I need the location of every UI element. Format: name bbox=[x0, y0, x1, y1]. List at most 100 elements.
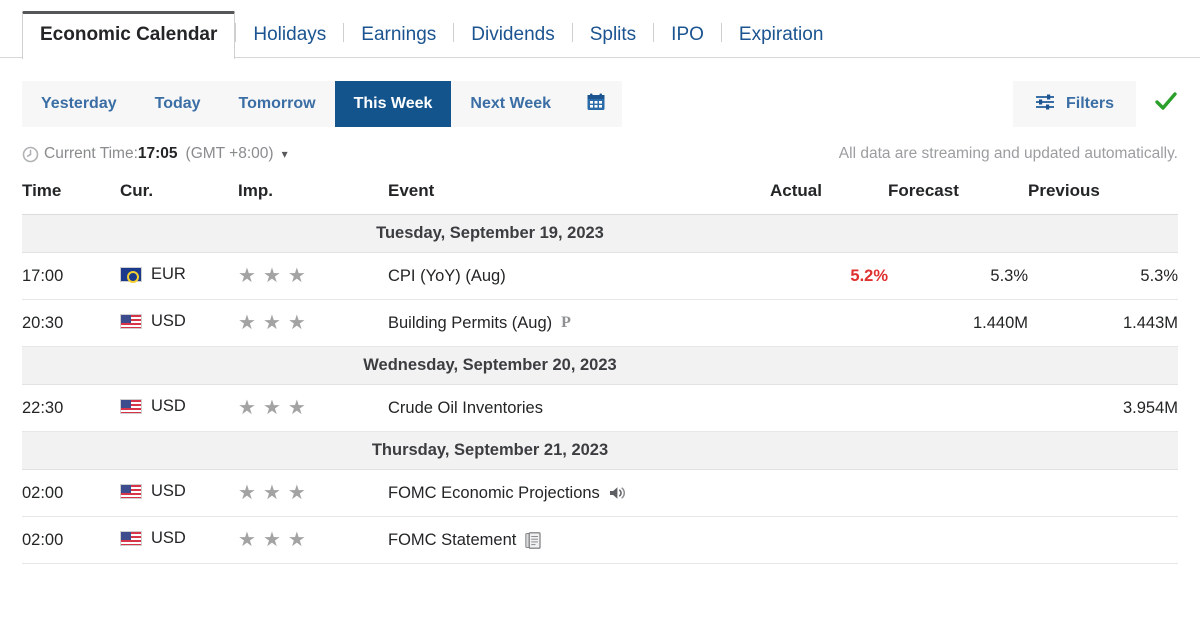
tab-splits[interactable]: Splits bbox=[573, 25, 653, 58]
period-button-yesterday[interactable]: Yesterday bbox=[22, 81, 136, 127]
cell-event[interactable]: FOMC Statement bbox=[388, 517, 770, 564]
cell-currency: USD bbox=[120, 300, 238, 347]
column-header-actual[interactable]: Actual bbox=[770, 181, 888, 215]
cell-event[interactable]: CPI (YoY) (Aug) bbox=[388, 253, 770, 300]
cell-event[interactable]: Crude Oil Inventories bbox=[388, 385, 770, 432]
cell-actual bbox=[770, 517, 888, 564]
star-icon: ★ bbox=[263, 313, 281, 333]
period-button-this-week[interactable]: This Week bbox=[335, 81, 452, 127]
cell-currency: USD bbox=[120, 470, 238, 517]
date-separator-label: Tuesday, September 19, 2023 bbox=[22, 215, 1178, 253]
cell-forecast bbox=[888, 517, 1028, 564]
tab-dividends[interactable]: Dividends bbox=[454, 25, 571, 58]
star-icon: ★ bbox=[238, 266, 256, 286]
cell-actual bbox=[770, 385, 888, 432]
cell-previous bbox=[1028, 470, 1178, 517]
currency-code: USD bbox=[151, 397, 186, 416]
importance-stars: ★ ★ ★ bbox=[238, 530, 306, 550]
cell-actual bbox=[770, 470, 888, 517]
importance-stars: ★ ★ ★ bbox=[238, 398, 306, 418]
date-separator-row: Tuesday, September 19, 2023 bbox=[22, 215, 1178, 253]
importance-stars: ★★★ bbox=[238, 266, 306, 286]
main-tab-bar: Economic CalendarHolidaysEarningsDividen… bbox=[0, 0, 1200, 58]
event-name: Crude Oil Inventories bbox=[388, 399, 543, 418]
star-icon: ★ bbox=[263, 266, 281, 286]
column-header-time[interactable]: Time bbox=[22, 181, 120, 215]
period-button-next-week[interactable]: Next Week bbox=[451, 81, 570, 127]
table-header: Time Cur. Imp. Event Actual Forecast Pre… bbox=[22, 181, 1178, 215]
star-icon: ★ bbox=[288, 398, 306, 418]
clock-icon bbox=[22, 146, 39, 163]
tab-ipo[interactable]: IPO bbox=[654, 25, 721, 58]
column-header-previous[interactable]: Previous bbox=[1028, 181, 1178, 215]
economic-calendar-table: Time Cur. Imp. Event Actual Forecast Pre… bbox=[22, 181, 1178, 564]
tab-expiration[interactable]: Expiration bbox=[722, 25, 841, 58]
cell-event[interactable]: FOMC Economic Projections bbox=[388, 470, 770, 517]
currency-code: EUR bbox=[151, 265, 186, 284]
calendar-picker-button[interactable] bbox=[570, 81, 622, 127]
date-separator-label: Wednesday, September 20, 2023 bbox=[22, 347, 1178, 385]
document-icon[interactable] bbox=[525, 532, 541, 549]
cell-importance[interactable]: ★★★ bbox=[238, 300, 388, 347]
table-row[interactable]: 02:00USD★★★FOMC Economic Projections bbox=[22, 470, 1178, 517]
period-filter-row: YesterdayTodayTomorrowThis WeekNext Week bbox=[22, 81, 1178, 127]
tab-holidays[interactable]: Holidays bbox=[236, 25, 343, 58]
event-name: CPI (YoY) (Aug) bbox=[388, 267, 506, 286]
cell-actual: 5.2% bbox=[770, 253, 888, 300]
period-button-tomorrow[interactable]: Tomorrow bbox=[220, 81, 335, 127]
cell-currency: USD bbox=[120, 385, 238, 432]
table-row[interactable]: 22:30USD★★★Crude Oil Inventories3.954M bbox=[22, 385, 1178, 432]
star-icon: ★ bbox=[263, 398, 281, 418]
column-header-importance[interactable]: Imp. bbox=[238, 181, 388, 215]
cell-time: 17:00 bbox=[22, 253, 120, 300]
currency-code: USD bbox=[151, 312, 186, 331]
cell-importance[interactable]: ★ ★ ★ bbox=[238, 517, 388, 564]
table-row[interactable]: 02:00USD★★★FOMC Statement bbox=[22, 517, 1178, 564]
filters-label: Filters bbox=[1066, 95, 1114, 113]
cell-forecast: 5.3% bbox=[888, 253, 1028, 300]
speaker-icon[interactable] bbox=[609, 485, 627, 501]
cell-importance[interactable]: ★ ★ ★ bbox=[238, 385, 388, 432]
tab-earnings[interactable]: Earnings bbox=[344, 25, 453, 58]
star-icon: ★ bbox=[263, 530, 281, 550]
date-separator-label: Thursday, September 21, 2023 bbox=[22, 432, 1178, 470]
eur-flag-icon bbox=[120, 267, 142, 282]
preliminary-icon[interactable]: P bbox=[561, 315, 571, 331]
importance-stars: ★★★ bbox=[238, 313, 306, 333]
usd-flag-icon bbox=[120, 484, 142, 499]
column-header-event[interactable]: Event bbox=[388, 181, 770, 215]
filters-button[interactable]: Filters bbox=[1013, 81, 1136, 127]
cell-importance[interactable]: ★★★ bbox=[238, 470, 388, 517]
column-header-currency[interactable]: Cur. bbox=[120, 181, 238, 215]
cell-importance[interactable]: ★★★ bbox=[238, 253, 388, 300]
cell-actual bbox=[770, 300, 888, 347]
star-icon: ★ bbox=[238, 398, 256, 418]
cell-previous: 1.443M bbox=[1028, 300, 1178, 347]
event-name: FOMC Economic Projections bbox=[388, 484, 600, 503]
star-icon: ★ bbox=[263, 483, 281, 503]
star-icon: ★ bbox=[288, 530, 306, 550]
current-time-label: Current Time: bbox=[44, 145, 138, 163]
currency-code: USD bbox=[151, 529, 186, 548]
cell-event[interactable]: Building Permits (Aug)P bbox=[388, 300, 770, 347]
table-body: Tuesday, September 19, 202317:00 EUR ★ ★ ★ CP… bbox=[22, 215, 1178, 564]
event-name: FOMC Statement bbox=[388, 531, 516, 550]
cell-time: 02:00 bbox=[22, 470, 120, 517]
period-button-group: YesterdayTodayTomorrowThis WeekNext Week bbox=[22, 81, 622, 127]
filters-apply-check-button[interactable] bbox=[1154, 91, 1178, 118]
current-time-value: 17:05 bbox=[138, 145, 178, 163]
table-row[interactable]: 20:30USD★★★Building Permits (Aug)P1.440M… bbox=[22, 300, 1178, 347]
tab-economic-calendar[interactable]: Economic Calendar bbox=[22, 11, 235, 59]
table-row[interactable]: 17:00EUR★★★CPI (YoY) (Aug)5.2%5.3%5.3% bbox=[22, 253, 1178, 300]
usd-flag-icon bbox=[120, 399, 142, 414]
current-time-timezone: (GMT +8:00) bbox=[186, 145, 274, 163]
star-icon: ★ bbox=[238, 483, 256, 503]
column-header-forecast[interactable]: Forecast bbox=[888, 181, 1028, 215]
star-icon: ★ bbox=[238, 530, 256, 550]
date-separator-row: Wednesday, September 20, 2023 bbox=[22, 347, 1178, 385]
cell-currency: USD bbox=[120, 517, 238, 564]
timezone-dropdown-caret-icon[interactable]: ▾ bbox=[282, 147, 288, 161]
period-button-today[interactable]: Today bbox=[136, 81, 220, 127]
filters-group: Filters bbox=[1013, 81, 1178, 127]
cell-forecast bbox=[888, 470, 1028, 517]
